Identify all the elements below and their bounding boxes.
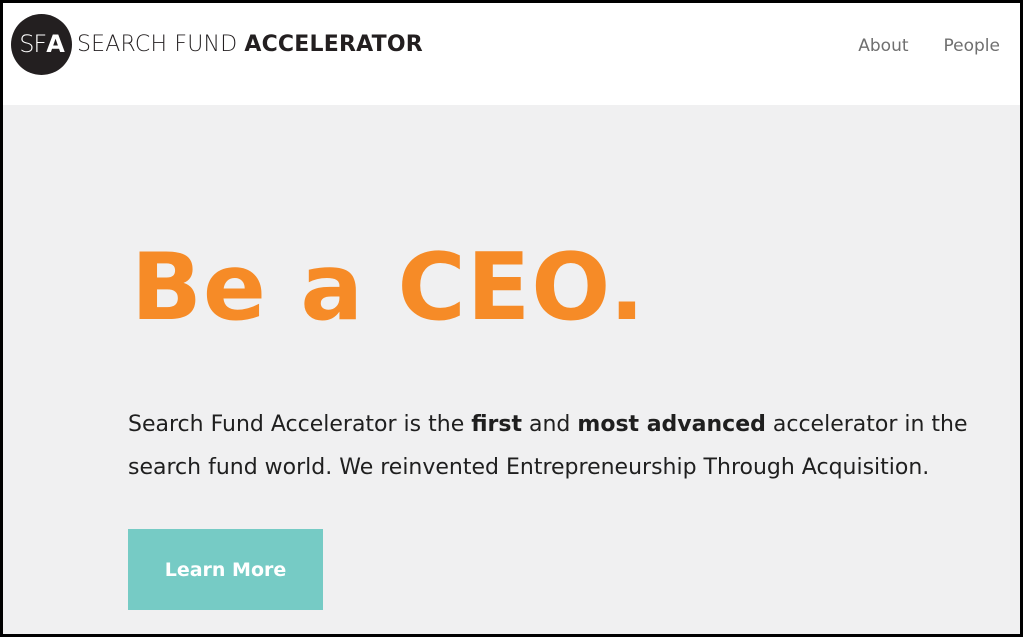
- nav-link-people[interactable]: People: [944, 36, 1000, 56]
- hero-text-bold-advanced: most advanced: [577, 412, 766, 437]
- hero-text-part2: and: [522, 412, 578, 437]
- page-frame: SF A SEARCH FUND ACCELERATOR About People …: [3, 3, 1020, 634]
- main-nav: About People: [858, 36, 1000, 56]
- site-header: SF A SEARCH FUND ACCELERATOR About People: [3, 3, 1020, 105]
- logo-wordmark-light: SEARCH FUND: [77, 31, 238, 57]
- hero-text-bold-first: first: [471, 412, 523, 437]
- logo-badge-a: A: [46, 30, 65, 58]
- logo-link[interactable]: SF A SEARCH FUND ACCELERATOR: [11, 13, 423, 75]
- logo-badge: SF A: [11, 13, 72, 75]
- logo-wordmark-bold: ACCELERATOR: [244, 31, 423, 57]
- hero-description: Search Fund Accelerator is the first and…: [128, 403, 1008, 489]
- nav-link-about[interactable]: About: [858, 36, 908, 56]
- hero-text-part1: Search Fund Accelerator is the: [128, 412, 472, 437]
- logo-wordmark: SEARCH FUND ACCELERATOR: [77, 32, 423, 57]
- learn-more-button[interactable]: Learn More: [128, 529, 323, 610]
- logo-badge-sf: SF: [19, 30, 47, 58]
- hero-title: Be a CEO.: [131, 233, 646, 341]
